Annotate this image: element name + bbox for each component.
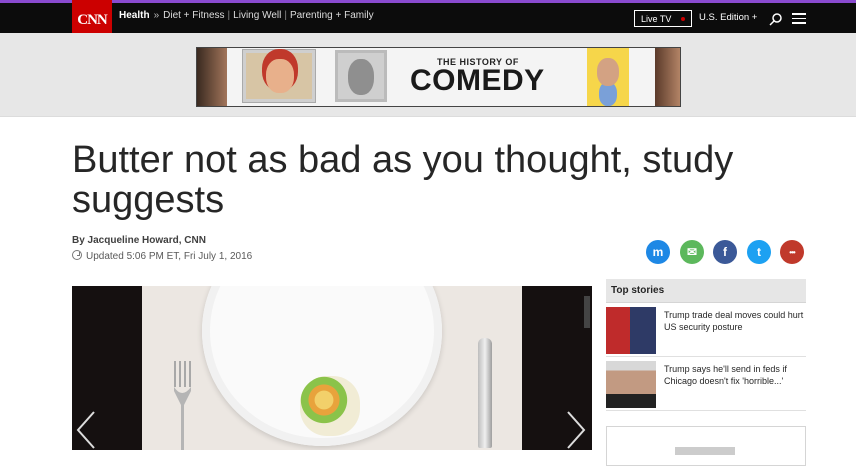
story-thumbnail[interactable] — [606, 307, 656, 354]
clock-icon — [72, 250, 82, 260]
nav-section-health[interactable]: Health — [119, 10, 150, 21]
email-share-button[interactable]: ✉ — [680, 240, 704, 264]
updated-text: Updated 5:06 PM ET, Fri July 1, 2016 — [86, 251, 253, 262]
more-share-button[interactable]: ••• — [780, 240, 804, 264]
article-headline: Butter not as bad as you thought, study … — [72, 139, 734, 221]
messenger-share-button[interactable]: m — [646, 240, 670, 264]
twitter-icon: t — [757, 245, 761, 259]
gallery-prev-arrow-icon[interactable] — [74, 410, 96, 450]
live-dot-icon — [681, 17, 685, 21]
facebook-icon: f — [723, 245, 727, 259]
knife — [478, 338, 492, 448]
edition-selector[interactable]: U.S. Edition + — [699, 12, 757, 23]
article-hero-image — [72, 286, 592, 450]
fork-icon — [174, 361, 191, 450]
top-nav: CNN Health» Diet + Fitness | Living Well | Pa… — [0, 0, 856, 40]
ad-portrait-4 — [587, 48, 629, 106]
photo-credit — [584, 296, 590, 328]
nav-divider: | — [227, 10, 231, 21]
top-stories-header: Top stories — [606, 279, 806, 303]
gallery-next-arrow-icon[interactable] — [566, 410, 588, 450]
article-byline: By Jacqueline Howard, CNN — [72, 235, 206, 246]
menu-icon[interactable] — [792, 13, 806, 25]
nav-divider: | — [284, 10, 287, 21]
live-tv-label: Live TV — [641, 14, 672, 24]
ad-stub — [675, 447, 735, 455]
more-icon: ••• — [789, 247, 795, 257]
nav-separator: » — [153, 10, 160, 21]
facebook-share-button[interactable]: f — [713, 240, 737, 264]
story-title[interactable]: Trump trade deal moves could hurt US sec… — [664, 310, 804, 333]
ad-portrait-3 — [335, 50, 387, 102]
sidebar-ad[interactable] — [606, 426, 806, 466]
comedy-ad-banner[interactable]: THE HISTORY OF COMEDY — [196, 47, 681, 107]
search-icon[interactable] — [769, 12, 783, 26]
logo-text: CNN — [77, 11, 107, 28]
top-story-item[interactable]: Trump trade deal moves could hurt US sec… — [606, 303, 806, 357]
top-story-item[interactable]: Trump says he'll send in feds if Chicago… — [606, 357, 806, 411]
ad-title: COMEDY — [410, 64, 545, 97]
story-thumbnail[interactable] — [606, 361, 656, 408]
top-stories: Top stories Trump trade deal moves could… — [606, 279, 806, 411]
ad-portrait-2 — [243, 50, 315, 102]
email-icon: ✉ — [686, 245, 698, 259]
story-title[interactable]: Trump says he'll send in feds if Chicago… — [664, 364, 804, 387]
article-updated: Updated 5:06 PM ET, Fri July 1, 2016 — [72, 250, 252, 262]
twitter-share-button[interactable]: t — [747, 240, 771, 264]
ad-portrait-5 — [655, 48, 680, 106]
ad-portrait-1 — [197, 48, 227, 106]
live-tv-button[interactable]: Live TV — [634, 10, 692, 27]
nav-item-diet-fitness[interactable]: Diet + Fitness — [163, 10, 224, 21]
section-nav: Health» Diet + Fitness | Living Well | Parent… — [119, 10, 374, 21]
nav-item-living-well[interactable]: Living Well — [233, 10, 281, 21]
food-portion — [300, 376, 360, 436]
messenger-icon: m — [652, 245, 664, 259]
nav-item-parenting-family[interactable]: Parenting + Family — [290, 10, 374, 21]
